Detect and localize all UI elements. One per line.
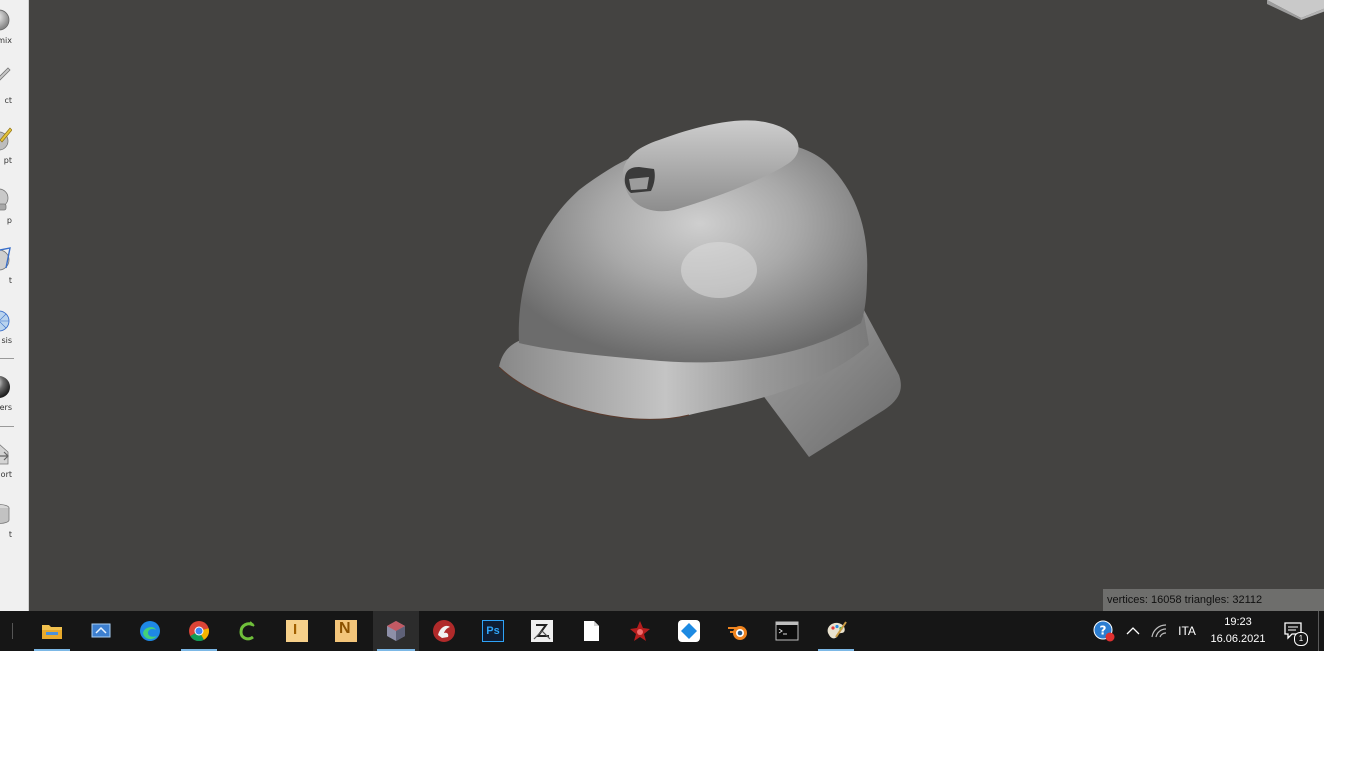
- taskbar-app-zbrush[interactable]: [520, 611, 564, 651]
- taskbar-app-benchmark[interactable]: [618, 611, 662, 651]
- show-desktop-divider: [1318, 611, 1319, 651]
- control-panel-icon: [91, 623, 111, 638]
- chrome-icon: [189, 621, 209, 642]
- taskbar-app-snip[interactable]: [667, 611, 711, 651]
- sidebar-item-remix[interactable]: mix: [0, 2, 26, 54]
- notification-count-badge: 1: [1294, 632, 1308, 646]
- wifi-icon: [1151, 624, 1167, 638]
- tray-notifications[interactable]: 1: [1276, 611, 1310, 651]
- terminal-icon: [775, 621, 799, 641]
- stamp-icon: [0, 188, 9, 211]
- running-indicator: [377, 649, 415, 651]
- clock-date: 16.06.2021: [1210, 633, 1266, 645]
- export-icon: [0, 444, 9, 465]
- select-icon: [0, 67, 11, 81]
- blender-icon: [728, 626, 747, 640]
- mesh-stats-readout: vertices: 16058 triangles: 32112: [1103, 589, 1324, 611]
- shaders-icon: [0, 376, 10, 398]
- clock-time: 19:23: [1224, 616, 1252, 628]
- taskbar-app-netfabb[interactable]: N: [324, 611, 368, 651]
- view-cube-icon[interactable]: [1265, 0, 1324, 20]
- sidebar-item-stamp[interactable]: p: [0, 182, 26, 234]
- cura-icon: [239, 621, 255, 641]
- tray-help[interactable]: ?: [1090, 611, 1118, 651]
- sidebar-item-edit[interactable]: t: [0, 242, 26, 294]
- sidebar-item-label: p: [6, 216, 12, 225]
- taskbar-app-file-explorer[interactable]: [30, 611, 74, 651]
- sidebar-item-label: ers: [0, 403, 12, 412]
- print-icon: [0, 504, 10, 524]
- taskbar-app-document[interactable]: [569, 611, 613, 651]
- sidebar-item-sculpt[interactable]: pt: [0, 122, 26, 174]
- edge-icon: [140, 621, 160, 641]
- taskbar-app-krita[interactable]: [422, 611, 466, 651]
- taskbar-app-edge[interactable]: [128, 611, 172, 651]
- tray-show-hidden[interactable]: [1122, 611, 1144, 651]
- taskbar-app-meshmixer[interactable]: [373, 611, 419, 651]
- analysis-icon: [0, 310, 10, 332]
- sidebar-item-label: pt: [3, 156, 12, 165]
- sidebar-item-label: t: [8, 530, 12, 539]
- meshmixer-icon: [387, 621, 405, 641]
- sidebar-item-label: mix: [0, 36, 12, 45]
- tray-clock[interactable]: 19:23 16.06.2021: [1205, 611, 1271, 651]
- document-icon: [584, 621, 599, 641]
- photoshop-icon: Ps: [482, 620, 504, 642]
- benchmark-icon: [630, 621, 650, 641]
- sculpt-icon: [0, 127, 12, 151]
- taskbar-app-chrome[interactable]: [177, 611, 221, 651]
- zbrush-icon: [531, 620, 553, 642]
- sidebar-item-analysis[interactable]: sis: [0, 302, 26, 354]
- running-indicator: [181, 649, 217, 651]
- taskbar-app-cura[interactable]: [226, 611, 270, 651]
- taskbar-app-paint[interactable]: [814, 611, 858, 651]
- sidebar-divider: [0, 358, 14, 359]
- sidebar-item-label: t: [8, 276, 12, 285]
- tray-language[interactable]: ITA: [1172, 611, 1202, 651]
- 3d-viewport[interactable]: vertices: 16058 triangles: 32112: [29, 0, 1324, 611]
- sidebar-item-print[interactable]: t: [0, 496, 26, 548]
- helmet-model[interactable]: [469, 105, 929, 475]
- tray-network[interactable]: [1148, 611, 1170, 651]
- edit-icon: [0, 247, 11, 271]
- paint-icon: [827, 621, 847, 639]
- svg-text:?: ?: [1100, 624, 1107, 638]
- remix-icon: [0, 9, 10, 31]
- windows-taskbar: I N Ps ? ITA 1: [0, 611, 1324, 651]
- tool-sidebar: mix ct pt p: [0, 0, 29, 611]
- sidebar-item-shaders[interactable]: ers: [0, 369, 26, 421]
- sidebar-item-select[interactable]: ct: [0, 62, 26, 114]
- sidebar-item-label: sis: [1, 336, 12, 345]
- chevron-up-icon: [1126, 627, 1140, 635]
- taskbar-app-terminal[interactable]: [765, 611, 809, 651]
- netfabb-label: N: [339, 620, 351, 637]
- taskbar-app-blender[interactable]: [716, 611, 760, 651]
- running-indicator: [34, 649, 70, 651]
- krita-icon: [433, 620, 455, 642]
- sidebar-divider: [0, 426, 14, 427]
- taskbar-app-photoshop[interactable]: Ps: [471, 611, 515, 651]
- taskbar-gripper: [12, 623, 13, 639]
- inventor-label: I: [293, 621, 298, 638]
- meshmixer-window: mix ct pt p: [0, 0, 1324, 611]
- sidebar-item-export[interactable]: ort: [0, 436, 26, 488]
- taskbar-app-inventor[interactable]: I: [275, 611, 319, 651]
- file-explorer-icon: [42, 625, 62, 639]
- taskbar-app-control-panel[interactable]: [79, 611, 123, 651]
- sidebar-item-label: ct: [4, 96, 12, 105]
- snip-icon: [678, 620, 700, 642]
- sidebar-item-label: ort: [0, 470, 12, 479]
- running-indicator: [818, 649, 854, 651]
- help-icon: ?: [1093, 620, 1115, 642]
